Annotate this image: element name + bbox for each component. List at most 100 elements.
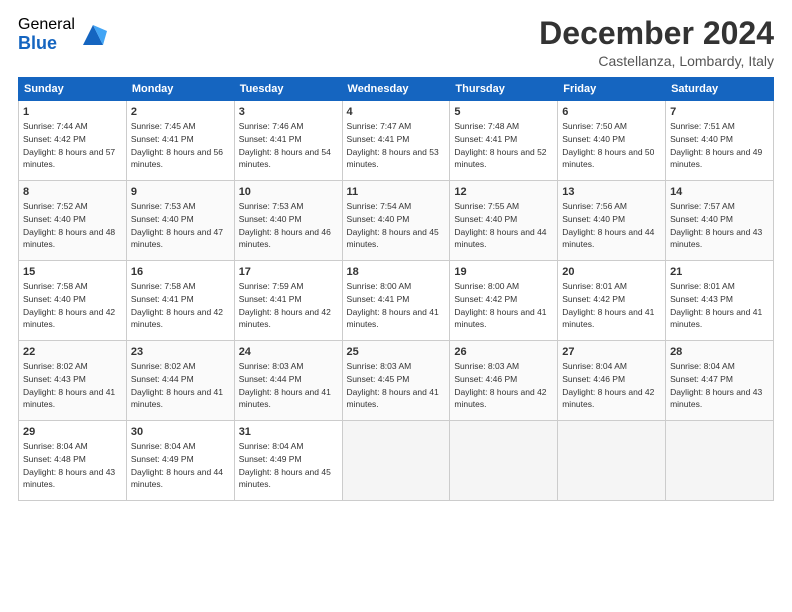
header-wednesday: Wednesday <box>342 78 450 101</box>
day-info: Sunrise: 8:04 AMSunset: 4:46 PMDaylight:… <box>562 361 654 409</box>
day-number: 19 <box>454 265 553 280</box>
day-info: Sunrise: 7:57 AMSunset: 4:40 PMDaylight:… <box>670 201 762 249</box>
day-info: Sunrise: 8:01 AMSunset: 4:42 PMDaylight:… <box>562 281 654 329</box>
table-row: 16Sunrise: 7:58 AMSunset: 4:41 PMDayligh… <box>126 261 234 341</box>
page: General Blue December 2024 Castellanza, … <box>0 0 792 612</box>
logo-area: General Blue <box>18 16 107 53</box>
day-info: Sunrise: 8:04 AMSunset: 4:49 PMDaylight:… <box>131 441 223 489</box>
calendar-table: Sunday Monday Tuesday Wednesday Thursday… <box>18 77 774 501</box>
day-number: 14 <box>670 185 769 200</box>
week-row-4: 29Sunrise: 8:04 AMSunset: 4:48 PMDayligh… <box>19 421 774 501</box>
day-number: 21 <box>670 265 769 280</box>
header-row: Sunday Monday Tuesday Wednesday Thursday… <box>19 78 774 101</box>
day-number: 13 <box>562 185 661 200</box>
week-row-2: 15Sunrise: 7:58 AMSunset: 4:40 PMDayligh… <box>19 261 774 341</box>
top-section: General Blue December 2024 Castellanza, … <box>18 16 774 69</box>
main-title: December 2024 <box>539 16 774 51</box>
day-info: Sunrise: 7:51 AMSunset: 4:40 PMDaylight:… <box>670 121 762 169</box>
table-row: 28Sunrise: 8:04 AMSunset: 4:47 PMDayligh… <box>666 341 774 421</box>
week-row-0: 1Sunrise: 7:44 AMSunset: 4:42 PMDaylight… <box>19 101 774 181</box>
day-info: Sunrise: 7:58 AMSunset: 4:41 PMDaylight:… <box>131 281 223 329</box>
table-row: 18Sunrise: 8:00 AMSunset: 4:41 PMDayligh… <box>342 261 450 341</box>
table-row: 24Sunrise: 8:03 AMSunset: 4:44 PMDayligh… <box>234 341 342 421</box>
day-number: 28 <box>670 345 769 360</box>
day-number: 6 <box>562 105 661 120</box>
table-row: 3Sunrise: 7:46 AMSunset: 4:41 PMDaylight… <box>234 101 342 181</box>
header-sunday: Sunday <box>19 78 127 101</box>
table-row: 14Sunrise: 7:57 AMSunset: 4:40 PMDayligh… <box>666 181 774 261</box>
day-info: Sunrise: 7:46 AMSunset: 4:41 PMDaylight:… <box>239 121 331 169</box>
day-info: Sunrise: 7:55 AMSunset: 4:40 PMDaylight:… <box>454 201 546 249</box>
table-row: 10Sunrise: 7:53 AMSunset: 4:40 PMDayligh… <box>234 181 342 261</box>
table-row: 9Sunrise: 7:53 AMSunset: 4:40 PMDaylight… <box>126 181 234 261</box>
day-info: Sunrise: 8:00 AMSunset: 4:42 PMDaylight:… <box>454 281 546 329</box>
day-number: 9 <box>131 185 230 200</box>
day-number: 24 <box>239 345 338 360</box>
table-row: 2Sunrise: 7:45 AMSunset: 4:41 PMDaylight… <box>126 101 234 181</box>
table-row: 11Sunrise: 7:54 AMSunset: 4:40 PMDayligh… <box>342 181 450 261</box>
day-info: Sunrise: 7:47 AMSunset: 4:41 PMDaylight:… <box>347 121 439 169</box>
day-info: Sunrise: 8:04 AMSunset: 4:49 PMDaylight:… <box>239 441 331 489</box>
table-row: 4Sunrise: 7:47 AMSunset: 4:41 PMDaylight… <box>342 101 450 181</box>
day-number: 12 <box>454 185 553 200</box>
logo-general: General <box>18 16 75 34</box>
table-row: 8Sunrise: 7:52 AMSunset: 4:40 PMDaylight… <box>19 181 127 261</box>
day-info: Sunrise: 8:02 AMSunset: 4:43 PMDaylight:… <box>23 361 115 409</box>
day-info: Sunrise: 8:04 AMSunset: 4:48 PMDaylight:… <box>23 441 115 489</box>
table-row: 1Sunrise: 7:44 AMSunset: 4:42 PMDaylight… <box>19 101 127 181</box>
logo-text: General Blue <box>18 16 75 53</box>
day-number: 2 <box>131 105 230 120</box>
day-number: 29 <box>23 425 122 440</box>
table-row <box>666 421 774 501</box>
table-row: 15Sunrise: 7:58 AMSunset: 4:40 PMDayligh… <box>19 261 127 341</box>
day-info: Sunrise: 8:02 AMSunset: 4:44 PMDaylight:… <box>131 361 223 409</box>
day-info: Sunrise: 8:03 AMSunset: 4:46 PMDaylight:… <box>454 361 546 409</box>
day-number: 31 <box>239 425 338 440</box>
day-number: 26 <box>454 345 553 360</box>
day-number: 8 <box>23 185 122 200</box>
day-info: Sunrise: 8:00 AMSunset: 4:41 PMDaylight:… <box>347 281 439 329</box>
header-friday: Friday <box>558 78 666 101</box>
table-row: 17Sunrise: 7:59 AMSunset: 4:41 PMDayligh… <box>234 261 342 341</box>
day-info: Sunrise: 8:03 AMSunset: 4:45 PMDaylight:… <box>347 361 439 409</box>
day-info: Sunrise: 7:52 AMSunset: 4:40 PMDaylight:… <box>23 201 115 249</box>
table-row <box>558 421 666 501</box>
day-info: Sunrise: 7:53 AMSunset: 4:40 PMDaylight:… <box>131 201 223 249</box>
header-monday: Monday <box>126 78 234 101</box>
table-row: 5Sunrise: 7:48 AMSunset: 4:41 PMDaylight… <box>450 101 558 181</box>
table-row: 6Sunrise: 7:50 AMSunset: 4:40 PMDaylight… <box>558 101 666 181</box>
day-number: 22 <box>23 345 122 360</box>
table-row: 19Sunrise: 8:00 AMSunset: 4:42 PMDayligh… <box>450 261 558 341</box>
day-info: Sunrise: 8:03 AMSunset: 4:44 PMDaylight:… <box>239 361 331 409</box>
day-info: Sunrise: 7:44 AMSunset: 4:42 PMDaylight:… <box>23 121 115 169</box>
day-number: 10 <box>239 185 338 200</box>
logo-blue: Blue <box>18 34 75 54</box>
day-number: 16 <box>131 265 230 280</box>
day-number: 7 <box>670 105 769 120</box>
table-row: 12Sunrise: 7:55 AMSunset: 4:40 PMDayligh… <box>450 181 558 261</box>
week-row-3: 22Sunrise: 8:02 AMSunset: 4:43 PMDayligh… <box>19 341 774 421</box>
table-row <box>450 421 558 501</box>
day-number: 4 <box>347 105 446 120</box>
day-info: Sunrise: 7:56 AMSunset: 4:40 PMDaylight:… <box>562 201 654 249</box>
day-info: Sunrise: 7:50 AMSunset: 4:40 PMDaylight:… <box>562 121 654 169</box>
table-row: 27Sunrise: 8:04 AMSunset: 4:46 PMDayligh… <box>558 341 666 421</box>
day-number: 20 <box>562 265 661 280</box>
day-info: Sunrise: 7:48 AMSunset: 4:41 PMDaylight:… <box>454 121 546 169</box>
day-info: Sunrise: 7:53 AMSunset: 4:40 PMDaylight:… <box>239 201 331 249</box>
table-row: 7Sunrise: 7:51 AMSunset: 4:40 PMDaylight… <box>666 101 774 181</box>
table-row: 22Sunrise: 8:02 AMSunset: 4:43 PMDayligh… <box>19 341 127 421</box>
day-info: Sunrise: 7:58 AMSunset: 4:40 PMDaylight:… <box>23 281 115 329</box>
table-row: 13Sunrise: 7:56 AMSunset: 4:40 PMDayligh… <box>558 181 666 261</box>
table-row: 20Sunrise: 8:01 AMSunset: 4:42 PMDayligh… <box>558 261 666 341</box>
logo-icon <box>79 21 107 49</box>
header-tuesday: Tuesday <box>234 78 342 101</box>
day-number: 30 <box>131 425 230 440</box>
day-number: 5 <box>454 105 553 120</box>
day-info: Sunrise: 8:04 AMSunset: 4:47 PMDaylight:… <box>670 361 762 409</box>
day-info: Sunrise: 7:54 AMSunset: 4:40 PMDaylight:… <box>347 201 439 249</box>
day-number: 11 <box>347 185 446 200</box>
day-number: 1 <box>23 105 122 120</box>
table-row: 26Sunrise: 8:03 AMSunset: 4:46 PMDayligh… <box>450 341 558 421</box>
header-thursday: Thursday <box>450 78 558 101</box>
